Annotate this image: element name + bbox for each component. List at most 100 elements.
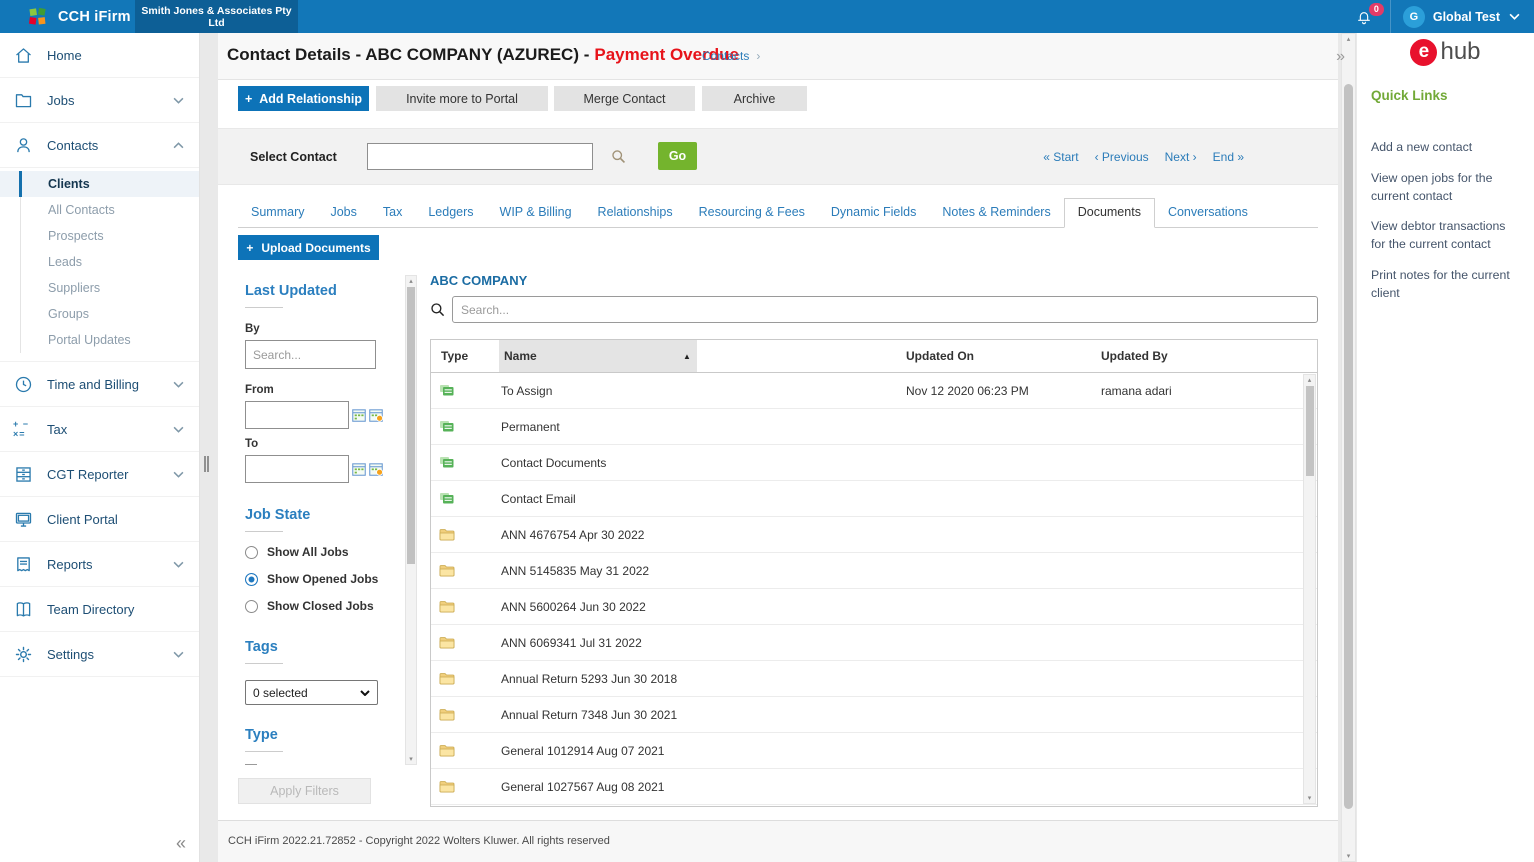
- user-avatar[interactable]: G: [1403, 6, 1425, 28]
- page-scrollbar[interactable]: [1341, 33, 1356, 862]
- scrollbar-thumb[interactable]: [1344, 84, 1353, 809]
- radio-button[interactable]: [245, 546, 258, 559]
- quick-link[interactable]: View open jobs for the current contact: [1371, 170, 1523, 206]
- search-icon[interactable]: [610, 148, 627, 165]
- sidebar-item-client-portal[interactable]: Client Portal: [0, 497, 199, 542]
- calendar-clear-icon[interactable]: [369, 408, 383, 422]
- sidebar-item-jobs[interactable]: Jobs: [0, 78, 199, 123]
- doc-type-folder-icon: [439, 744, 455, 758]
- table-row[interactable]: ANN 4676754 Apr 30 2022: [431, 517, 1317, 553]
- sidebar-item-home[interactable]: Home: [0, 33, 199, 78]
- tab[interactable]: Jobs: [317, 198, 369, 227]
- table-row[interactable]: General 1027567 Aug 08 2021: [431, 769, 1317, 805]
- tab[interactable]: WIP & Billing: [487, 198, 585, 227]
- sidebar-item-tax[interactable]: Tax: [0, 407, 199, 452]
- upload-documents-button[interactable]: + Upload Documents: [238, 235, 379, 260]
- table-row[interactable]: General 1012914 Aug 07 2021: [431, 733, 1317, 769]
- pagination-link[interactable]: ‹ Previous: [1095, 150, 1149, 164]
- radio-label: Show All Jobs: [267, 545, 349, 559]
- documents-search-input[interactable]: [452, 296, 1318, 323]
- sidebar-item-team-directory[interactable]: Team Directory: [0, 587, 199, 632]
- pagination-link[interactable]: Next ›: [1165, 150, 1197, 164]
- filter-panel-scrollbar[interactable]: [405, 275, 417, 765]
- tab[interactable]: Conversations: [1155, 198, 1261, 227]
- table-row[interactable]: Contact Email: [431, 481, 1317, 517]
- table-row[interactable]: ANN 6069341 Jul 31 2022: [431, 625, 1317, 661]
- go-button[interactable]: Go: [658, 142, 697, 170]
- radio-button[interactable]: [245, 600, 258, 613]
- panel-resize-handle[interactable]: [204, 456, 209, 472]
- table-row[interactable]: ANN 5600264 Jun 30 2022: [431, 589, 1317, 625]
- sidebar-item-cgt-reporter[interactable]: CGT Reporter: [0, 452, 199, 497]
- calendar-icon[interactable]: [352, 462, 366, 476]
- table-row[interactable]: Annual Return 7348 Jun 30 2021: [431, 697, 1317, 733]
- column-header-updated-by[interactable]: Updated By: [1101, 349, 1168, 363]
- sidebar-subitem[interactable]: All Contacts: [0, 197, 199, 223]
- scrollbar-thumb[interactable]: [1306, 386, 1314, 476]
- sort-ascending-icon[interactable]: ▲: [683, 352, 691, 361]
- tab[interactable]: Documents: [1064, 198, 1155, 228]
- select-contact-input[interactable]: [367, 143, 593, 170]
- calendar-icon[interactable]: [352, 408, 366, 422]
- pagination-link[interactable]: End »: [1213, 150, 1244, 164]
- tags-select[interactable]: 0 selected: [245, 680, 378, 705]
- table-scrollbar[interactable]: [1303, 374, 1316, 804]
- scrollbar-thumb[interactable]: [407, 287, 415, 564]
- sidebar-subitem[interactable]: Suppliers: [0, 275, 199, 301]
- apply-filters-button[interactable]: Apply Filters: [238, 778, 371, 804]
- column-header-type[interactable]: Type: [441, 349, 468, 363]
- quick-link[interactable]: View debtor transactions for the current…: [1371, 218, 1523, 254]
- tenant-name[interactable]: Smith Jones & Associates Pty Ltd: [135, 0, 298, 33]
- table-row[interactable]: To Assign Nov 12 2020 06:23 PM ramana ad…: [431, 373, 1317, 409]
- merge-contact-button[interactable]: Merge Contact: [554, 86, 695, 111]
- pagination-link[interactable]: « Start: [1043, 150, 1078, 164]
- column-header-updated-on[interactable]: Updated On: [906, 349, 974, 363]
- type-filter-option-clipped[interactable]: [245, 764, 403, 765]
- notifications-button[interactable]: 0: [1338, 0, 1390, 33]
- sidebar-subitem[interactable]: Clients: [0, 171, 199, 197]
- table-row[interactable]: Annual Return 5293 Jun 30 2018: [431, 661, 1317, 697]
- table-row[interactable]: ANN 5145835 May 31 2022: [431, 553, 1317, 589]
- chevron-down-icon[interactable]: [1509, 13, 1520, 20]
- sidebar-item-contacts[interactable]: Contacts: [0, 123, 199, 168]
- radio-button[interactable]: [245, 573, 258, 586]
- archive-button[interactable]: Archive: [702, 86, 807, 111]
- from-date-input[interactable]: [245, 401, 349, 429]
- add-relationship-button[interactable]: + Add Relationship: [238, 86, 369, 111]
- table-row[interactable]: Permanent: [431, 409, 1317, 445]
- checkbox[interactable]: [245, 764, 257, 765]
- tab[interactable]: Summary: [238, 198, 317, 227]
- collapse-right-panel-button[interactable]: »: [1336, 48, 1345, 66]
- quick-link[interactable]: Print notes for the current client: [1371, 267, 1523, 303]
- job-state-radio-option[interactable]: Show Closed Jobs: [245, 599, 403, 613]
- job-state-options: Show All Jobs Show Opened Jobs Show Clos…: [245, 545, 403, 613]
- column-header-name[interactable]: Name: [499, 340, 697, 372]
- breadcrumb[interactable]: Contacts›: [702, 49, 760, 63]
- sidebar-item-reports[interactable]: Reports: [0, 542, 199, 587]
- tab[interactable]: Notes & Reminders: [929, 198, 1063, 227]
- table-row[interactable]: Contact Documents: [431, 445, 1317, 481]
- sidebar-subitem[interactable]: Groups: [0, 301, 199, 327]
- sidebar-collapse-button[interactable]: «: [176, 833, 186, 854]
- sidebar-item-time-and-billing[interactable]: Time and Billing: [0, 362, 199, 407]
- app-brand[interactable]: CCH iFirm: [27, 0, 131, 33]
- to-date-input[interactable]: [245, 455, 349, 483]
- job-state-radio-option[interactable]: Show All Jobs: [245, 545, 403, 559]
- updated-by-search-input[interactable]: [245, 340, 376, 369]
- calendar-clear-icon[interactable]: [369, 462, 383, 476]
- user-menu[interactable]: Global Test: [1433, 10, 1500, 24]
- tab[interactable]: Resourcing & Fees: [686, 198, 818, 227]
- job-state-radio-option[interactable]: Show Opened Jobs: [245, 572, 403, 586]
- tab[interactable]: Relationships: [585, 198, 686, 227]
- tab[interactable]: Dynamic Fields: [818, 198, 929, 227]
- sidebar-item-settings[interactable]: Settings: [0, 632, 199, 677]
- sidebar-subitem[interactable]: Portal Updates: [0, 327, 199, 353]
- table-header: Type Name ▲ Updated On Updated By: [431, 340, 1317, 373]
- invite-to-portal-button[interactable]: Invite more to Portal: [376, 86, 548, 111]
- sidebar-subitem[interactable]: Leads: [0, 249, 199, 275]
- sidebar-subitem[interactable]: Prospects: [0, 223, 199, 249]
- tab[interactable]: Tax: [370, 198, 415, 227]
- tab[interactable]: Ledgers: [415, 198, 486, 227]
- divider: [245, 663, 283, 664]
- quick-link[interactable]: Add a new contact: [1371, 139, 1523, 157]
